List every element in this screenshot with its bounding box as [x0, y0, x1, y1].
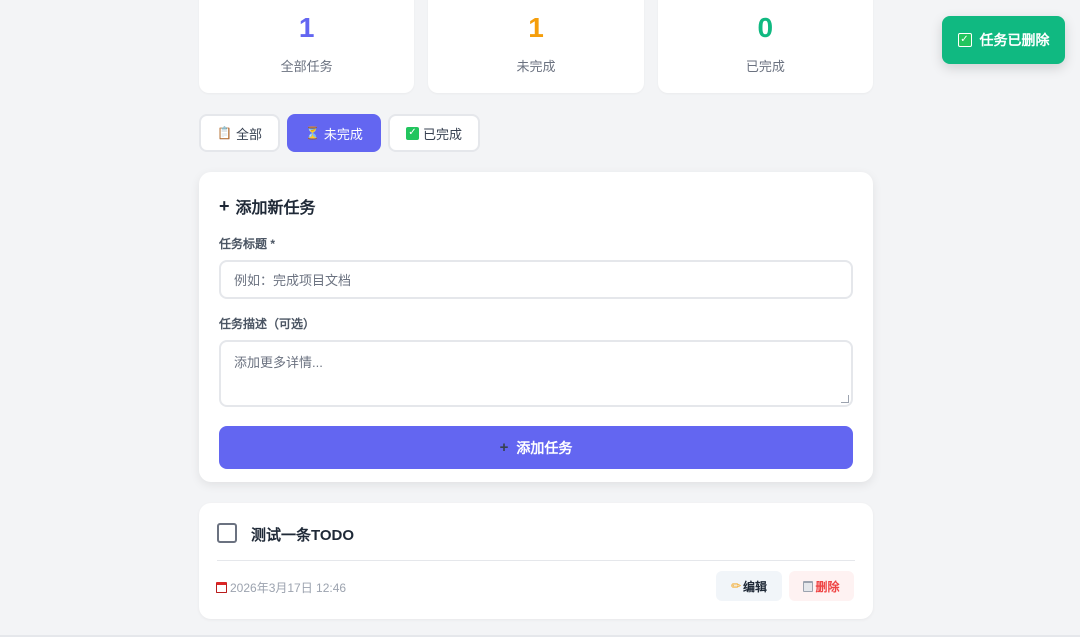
stat-card-done: 0 已完成 — [657, 0, 873, 93]
edit-button[interactable]: ✏ 编辑 — [716, 571, 782, 601]
add-task-button[interactable]: + 添加任务 — [219, 426, 853, 469]
stat-value-done: 0 — [757, 12, 774, 43]
stat-card-all: 1 全部任务 — [199, 0, 415, 93]
resize-handle-icon[interactable] — [841, 395, 849, 403]
filter-done-label: 已完成 — [422, 126, 462, 142]
stat-value-pending: 1 — [528, 12, 544, 43]
add-task-button-label: 添加任务 — [516, 439, 573, 456]
stats-row: 1 全部任务 1 未完成 0 已完成 — [199, 0, 873, 93]
plus-icon: + — [499, 439, 509, 456]
pencil-icon: ✏ — [730, 579, 742, 593]
filter-tabs: 📋 全部 ⏳ 未完成 ✓ 已完成 — [199, 114, 480, 152]
stat-card-pending: 1 未完成 — [428, 0, 644, 93]
todo-date-text: 2026年3月17日 12:46 — [230, 581, 347, 595]
filter-all-label: 全部 — [235, 126, 262, 142]
todo-title: 测试一条TODO — [251, 527, 355, 544]
toast-notification: ✓ 任务已删除 — [942, 16, 1065, 64]
trash-icon — [803, 580, 814, 592]
edit-label: 编辑 — [743, 579, 768, 594]
title-field-label: 任务标题 * — [219, 237, 276, 251]
todo-date: 2026年3月17日 12:46 — [216, 579, 346, 596]
filter-done-button[interactable]: ✓ 已完成 — [387, 114, 480, 152]
stat-label-done: 已完成 — [745, 59, 785, 74]
check-icon: ✓ — [405, 126, 419, 140]
delete-button[interactable]: 删除 — [789, 571, 854, 601]
desc-field-label: 任务描述（可选） — [219, 317, 316, 331]
clipboard-icon: 📋 — [217, 126, 232, 140]
desc-placeholder: 添加更多详情... — [234, 355, 323, 370]
delete-label: 删除 — [815, 579, 840, 594]
stat-value-all: 1 — [298, 12, 315, 43]
todo-app: 1 全部任务 1 未完成 0 已完成 📋 全部 ⏳ 未完成 ✓ 已完成 + 添加… — [0, 0, 1080, 637]
filter-pending-label: 未完成 — [323, 126, 363, 142]
plus-icon: + — [219, 196, 230, 216]
title-placeholder: 例如：完成项目文档 — [234, 273, 352, 288]
check-icon: ✓ — [957, 33, 972, 47]
title-input[interactable]: 例如：完成项目文档 — [219, 260, 853, 299]
add-task-card: + 添加新任务 任务标题 * 例如：完成项目文档 任务描述（可选） 添加更多详情… — [199, 172, 873, 482]
todo-checkbox[interactable] — [217, 523, 237, 543]
description-textarea[interactable]: 添加更多详情... — [219, 340, 853, 407]
stat-label-pending: 未完成 — [516, 59, 556, 74]
todo-item: 测试一条TODO 2026年3月17日 12:46 ✏ 编辑 删除 — [199, 503, 873, 619]
filter-pending-button[interactable]: ⏳ 未完成 — [286, 114, 381, 152]
hourglass-icon: ⏳ — [304, 126, 320, 140]
calendar-icon — [216, 582, 227, 593]
add-task-title: 添加新任务 — [235, 200, 316, 217]
add-task-heading: + 添加新任务 — [219, 194, 853, 218]
divider — [217, 560, 855, 561]
stat-label-all: 全部任务 — [280, 59, 333, 74]
toast-message: 任务已删除 — [979, 32, 1050, 48]
filter-all-button[interactable]: 📋 全部 — [199, 114, 280, 152]
